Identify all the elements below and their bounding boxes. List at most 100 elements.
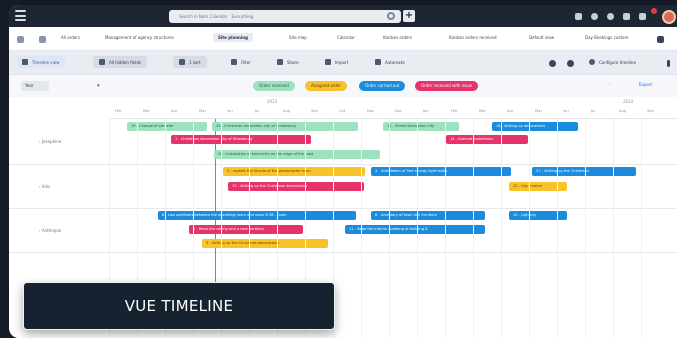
grid-line: [417, 119, 418, 338]
notifications-icon[interactable]: [639, 13, 646, 20]
grid-line: [529, 119, 530, 338]
share-icon: [277, 59, 283, 65]
timeline-task-bar[interactable]: 17 - Street decoration city: [383, 122, 459, 131]
tab-site-map[interactable]: Site map: [289, 35, 307, 40]
axis-month-label: Apr: [171, 109, 178, 113]
grid-line: [361, 119, 362, 338]
timeline-view-button[interactable]: Timeline view: [17, 56, 65, 68]
settings-icon[interactable]: [17, 36, 24, 43]
sort-label: 1 sort: [189, 59, 201, 65]
hidden-fields-label: All hidden fields: [109, 59, 141, 65]
timeline-task-bar[interactable]: 16 - Setting up decorations: [492, 122, 578, 131]
timeline-task-bar[interactable]: 1 - Christmas decoration city of Strasbo…: [171, 135, 311, 144]
sort-icon: [179, 59, 185, 65]
add-button[interactable]: +: [403, 10, 415, 22]
chevron-down-icon[interactable]: ▾: [97, 83, 100, 89]
filter-row: Year ▾ Order received Assigned order Order…: [9, 75, 677, 97]
chevron-left-icon[interactable]: [39, 36, 46, 43]
tab-calendar[interactable]: Calendar: [337, 35, 355, 40]
timeline-icon: [22, 59, 28, 65]
axis-month-label: Dec: [395, 109, 402, 113]
lane-label[interactable]: › Inès: [39, 184, 50, 189]
import-button[interactable]: Import: [325, 56, 348, 68]
timeline-task-bar[interactable]: 19 - Change of parasite: [127, 122, 207, 131]
caption-banner: VUE TIMELINE: [23, 282, 335, 330]
add-view-icon[interactable]: [657, 36, 664, 43]
timeline-task-bar[interactable]: 14 - Internet installation: [446, 135, 528, 144]
legend-item[interactable]: Order carried out: [359, 81, 406, 91]
axis-month-label: Jun: [227, 109, 233, 113]
tab-day-bookings[interactable]: Day Bookings custom: [585, 35, 628, 40]
grid-line: [585, 119, 586, 338]
tab-agency-structures[interactable]: Management of agency structures: [105, 35, 174, 40]
axis-month-label: Oct: [339, 109, 346, 113]
refresh-icon[interactable]: [567, 60, 574, 67]
axis-month-label: May: [535, 109, 543, 113]
menu-icon[interactable]: [15, 10, 26, 21]
axis-month-label: Mar: [479, 109, 486, 113]
configure-timeline-button[interactable]: Configure timeline: [589, 56, 636, 68]
timeline-task-bar[interactable]: 5 - repaint the facade of the photocopie…: [223, 167, 365, 176]
view-toolbar: Timeline view All hidden fields 1 sort F…: [9, 51, 677, 75]
share-label: Share: [287, 59, 299, 65]
eye-icon[interactable]: [549, 60, 556, 67]
gear-icon[interactable]: [591, 13, 598, 20]
tab-all-orders[interactable]: All orders: [61, 35, 80, 40]
legend-item[interactable]: Order received: [253, 81, 295, 91]
config-icon: [589, 59, 595, 65]
tab-kanban-orders[interactable]: Kanban orders: [383, 35, 412, 40]
timeline-task-bar[interactable]: 10 - Lighting: [509, 211, 567, 220]
grid-line: [641, 119, 642, 338]
help-icon[interactable]: [607, 13, 614, 20]
tab-default-view[interactable]: Default view: [529, 35, 554, 40]
axis-year-label: 2023: [267, 99, 278, 104]
filter-icon: [231, 59, 237, 65]
grid-line: [389, 119, 390, 338]
users-icon[interactable]: [575, 13, 582, 20]
more-icon[interactable]: [667, 60, 670, 67]
configure-timeline-label: Configure timeline: [599, 59, 636, 65]
eye-off-icon: [99, 59, 105, 65]
axis-month-label: May: [199, 109, 207, 113]
timeline-task-bar[interactable]: 12 - tidy mother: [509, 182, 567, 191]
axis-month-label: Jul: [591, 109, 596, 113]
timeline-task-bar[interactable]: 11 - Redo the interior cladding of build…: [345, 225, 485, 234]
lane-label[interactable]: › Anthropie: [39, 228, 61, 233]
export-link[interactable]: Export: [639, 82, 652, 87]
legend-item[interactable]: Order received with issue: [415, 81, 479, 91]
grid-line: [445, 119, 446, 338]
calendar-nav-icon[interactable]: ‹: [609, 82, 611, 87]
timeline-task-bar[interactable]: 20 - Christmas decoration city of Strasb…: [212, 122, 358, 131]
timeline-task-bar[interactable]: 27 - Setting up the Christmas: [532, 167, 636, 176]
share-button[interactable]: Share: [277, 56, 299, 68]
apps-icon[interactable]: [623, 13, 630, 20]
search-settings-icon[interactable]: [387, 12, 395, 20]
legend-item[interactable]: Assigned order: [305, 81, 348, 91]
grid-line: [557, 119, 558, 338]
axis-month-label: Feb: [451, 109, 458, 113]
timeline-task-bar[interactable]: 2 - Redo the ceiling and a new partition: [189, 225, 303, 234]
scale-select[interactable]: Year: [21, 81, 49, 91]
automate-icon: [375, 59, 381, 65]
filter-label: Filter: [241, 59, 251, 65]
search-input[interactable]: Search in Nom Calendar Everything: [169, 10, 401, 23]
axis-month-label: Mar: [143, 109, 150, 113]
lane-label[interactable]: › Josephine: [39, 139, 61, 144]
tab-site-planning[interactable]: Site planning: [213, 33, 253, 42]
timeline-task-bar[interactable]: 3 - Installation of free energy light bu…: [371, 167, 511, 176]
search-placeholder: Search in Nom Calendar: [179, 14, 228, 19]
sort-button[interactable]: 1 sort: [173, 56, 207, 68]
axis-month-label: Nov: [367, 109, 375, 113]
filter-button[interactable]: Filter: [231, 56, 251, 68]
tab-kanban-received[interactable]: Kanban orders received: [449, 35, 497, 40]
hidden-fields-button[interactable]: All hidden fields: [93, 56, 147, 68]
timeline-task-bar[interactable]: 28 - Installation of electricity on the …: [214, 150, 380, 159]
timeline-task-bar[interactable]: 6 - Low partitions between the operating…: [158, 211, 356, 220]
axis-month-label: Jan: [423, 109, 429, 113]
axis-month-label: Apr: [507, 109, 514, 113]
grid-line: [613, 119, 614, 338]
automate-label: Automate: [385, 59, 405, 65]
import-icon: [325, 59, 331, 65]
automate-button[interactable]: Automate: [375, 56, 405, 68]
avatar[interactable]: [662, 10, 676, 24]
